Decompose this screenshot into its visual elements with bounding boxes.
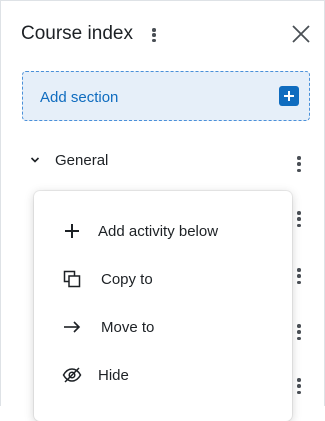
activity-options-kebab-icon[interactable] [293, 377, 305, 395]
drawer-title: Course index [21, 23, 133, 44]
activity-options-kebab-icon[interactable] [293, 267, 305, 285]
copy-icon [63, 270, 81, 288]
menu-item-label: Add activity below [98, 223, 219, 240]
menu-item-hide[interactable]: Hide [34, 355, 292, 395]
course-index-drawer: Course index Add section General Add act… [0, 0, 325, 421]
arrow-right-icon [64, 321, 81, 333]
activity-options-kebab-icon[interactable] [293, 323, 305, 341]
eye-slash-icon [62, 367, 82, 383]
section-row-general[interactable]: General [29, 148, 314, 176]
section-actions-menu: Add activity below Copy to Move to Hide [34, 191, 292, 421]
add-section-button[interactable]: Add section [22, 71, 310, 121]
plus-icon [65, 224, 79, 238]
menu-item-move-to[interactable]: Move to [34, 307, 292, 347]
activity-options-kebab-icon[interactable] [293, 210, 305, 228]
menu-item-label: Hide [98, 367, 129, 384]
close-icon[interactable] [290, 23, 312, 45]
menu-item-add-activity-below[interactable]: Add activity below [34, 211, 292, 251]
menu-item-copy-to[interactable]: Copy to [34, 259, 292, 299]
add-section-plus-icon [279, 86, 299, 106]
menu-item-label: Move to [101, 319, 155, 336]
drawer-options-kebab-icon[interactable] [148, 27, 160, 43]
section-title: General [55, 152, 109, 169]
menu-item-label: Copy to [101, 271, 153, 288]
section-options-kebab-icon[interactable] [293, 155, 305, 173]
chevron-down-icon[interactable] [29, 154, 41, 166]
drawer-header: Course index [21, 21, 312, 49]
add-section-label: Add section [40, 89, 119, 106]
